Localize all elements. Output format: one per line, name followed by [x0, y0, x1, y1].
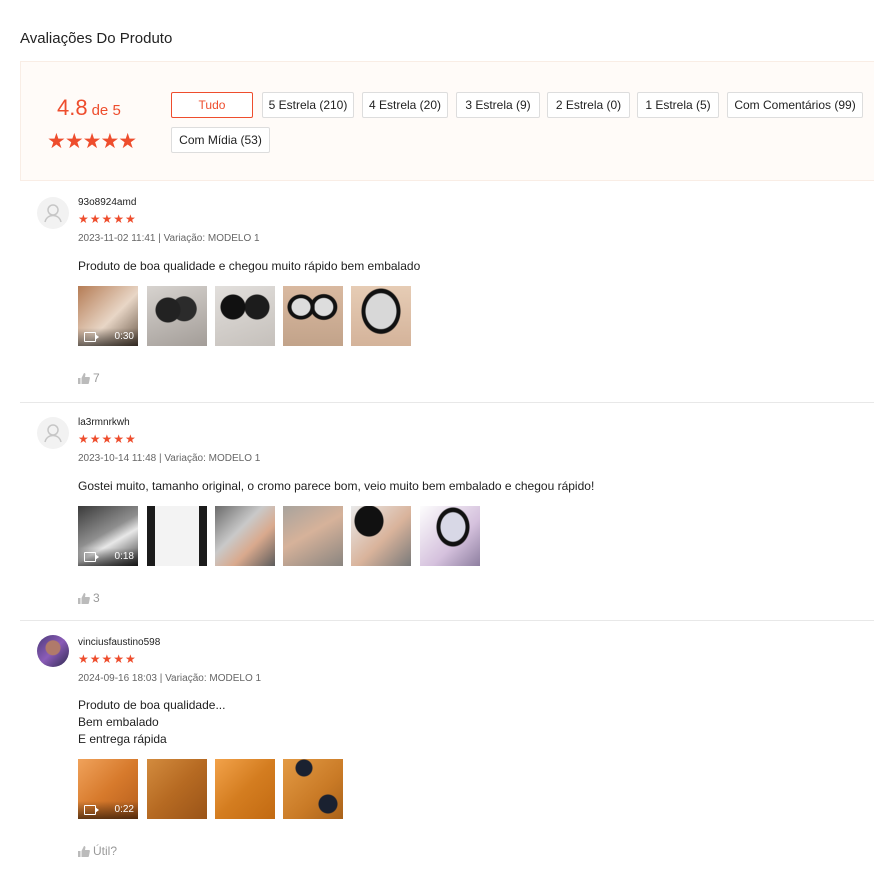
- video-camera-icon: [84, 332, 99, 342]
- review-stars: ★★★★★: [78, 432, 137, 446]
- video-thumbnail[interactable]: 0:30: [78, 286, 138, 346]
- like-count: 7: [93, 371, 100, 385]
- user-placeholder-icon: [44, 204, 62, 223]
- like-button[interactable]: 7: [78, 371, 100, 385]
- avatar[interactable]: [37, 417, 69, 449]
- video-overlay: 0:30: [78, 328, 138, 346]
- score-value: 4.8: [57, 95, 88, 120]
- photo-thumbnail[interactable]: [147, 506, 207, 566]
- video-camera-icon: [84, 552, 99, 562]
- video-camera-icon: [84, 805, 99, 815]
- review-username[interactable]: la3rmnrkwh: [78, 417, 130, 428]
- review-meta: 2023-10-14 11:48 | Variação: MODELO 1: [78, 453, 261, 464]
- helpful-label: Útil?: [93, 844, 118, 858]
- photo-thumbnail[interactable]: [215, 506, 275, 566]
- review-item: vinciusfaustino598 ★★★★★ 2024-09-16 18:0…: [20, 620, 874, 874]
- review-username[interactable]: 93o8924amd: [78, 197, 136, 208]
- filter-4-star[interactable]: 4 Estrela (20): [362, 92, 448, 118]
- photo-thumbnail[interactable]: [351, 286, 411, 346]
- filter-3-star[interactable]: 3 Estrela (9): [456, 92, 540, 118]
- review-item: la3rmnrkwh ★★★★★ 2023-10-14 11:48 | Vari…: [20, 402, 874, 621]
- thumbs-up-icon: [78, 593, 90, 604]
- filter-2-star[interactable]: 2 Estrela (0): [547, 92, 630, 118]
- avatar[interactable]: [37, 197, 69, 229]
- filter-with-media[interactable]: Com Mídia (53): [171, 127, 270, 153]
- photo-thumbnail[interactable]: [283, 759, 343, 819]
- like-count: 3: [93, 591, 100, 605]
- filter-5-star[interactable]: 5 Estrela (210): [262, 92, 354, 118]
- video-thumbnail[interactable]: 0:22: [78, 759, 138, 819]
- review-media: 0:30: [78, 286, 418, 346]
- avatar[interactable]: [37, 635, 69, 667]
- filter-1-star[interactable]: 1 Estrela (5): [637, 92, 719, 118]
- review-media: 0:18: [78, 506, 488, 566]
- review-stars: ★★★★★: [78, 652, 137, 666]
- section-title: Avaliações Do Produto: [20, 30, 173, 47]
- video-duration: 0:30: [114, 331, 134, 342]
- filter-with-comments[interactable]: Com Comentários (99): [727, 92, 863, 118]
- photo-thumbnail[interactable]: [351, 506, 411, 566]
- review-comment: Gostei muito, tamanho original, o cromo …: [78, 479, 595, 493]
- review-username[interactable]: vinciusfaustino598: [78, 637, 160, 648]
- helpful-button[interactable]: Útil?: [78, 844, 117, 858]
- score-out-of: de 5: [91, 102, 121, 119]
- review-comment: Produto de boa qualidade e chegou muito …: [78, 259, 421, 273]
- photo-thumbnail[interactable]: [215, 759, 275, 819]
- review-media: 0:22: [78, 759, 348, 819]
- user-placeholder-icon: [44, 424, 62, 443]
- rating-score: 4.8 de 5: [57, 95, 121, 121]
- video-thumbnail[interactable]: 0:18: [78, 506, 138, 566]
- photo-thumbnail[interactable]: [283, 286, 343, 346]
- photo-thumbnail[interactable]: [283, 506, 343, 566]
- photo-thumbnail[interactable]: [420, 506, 480, 566]
- overall-stars: ★★★★★: [47, 130, 137, 153]
- photo-thumbnail[interactable]: [147, 759, 207, 819]
- like-button[interactable]: 3: [78, 591, 100, 605]
- photo-thumbnail[interactable]: [215, 286, 275, 346]
- filter-all[interactable]: Tudo: [171, 92, 253, 118]
- video-duration: 0:22: [114, 804, 134, 815]
- review-stars: ★★★★★: [78, 212, 137, 226]
- video-overlay: 0:22: [78, 801, 138, 819]
- review-item: 93o8924amd ★★★★★ 2023-11-02 11:41 | Vari…: [20, 182, 874, 403]
- review-meta: 2023-11-02 11:41 | Variação: MODELO 1: [78, 233, 260, 244]
- rating-overview: 4.8 de 5 ★★★★★ Tudo 5 Estrela (210) 4 Est…: [20, 61, 874, 181]
- photo-thumbnail[interactable]: [147, 286, 207, 346]
- video-duration: 0:18: [114, 551, 134, 562]
- review-comment: Produto de boa qualidade... Bem embalado…: [78, 698, 226, 746]
- review-meta: 2024-09-16 18:03 | Variação: MODELO 1: [78, 673, 262, 684]
- video-overlay: 0:18: [78, 548, 138, 566]
- thumbs-up-icon: [78, 846, 90, 857]
- thumbs-up-icon: [78, 373, 90, 384]
